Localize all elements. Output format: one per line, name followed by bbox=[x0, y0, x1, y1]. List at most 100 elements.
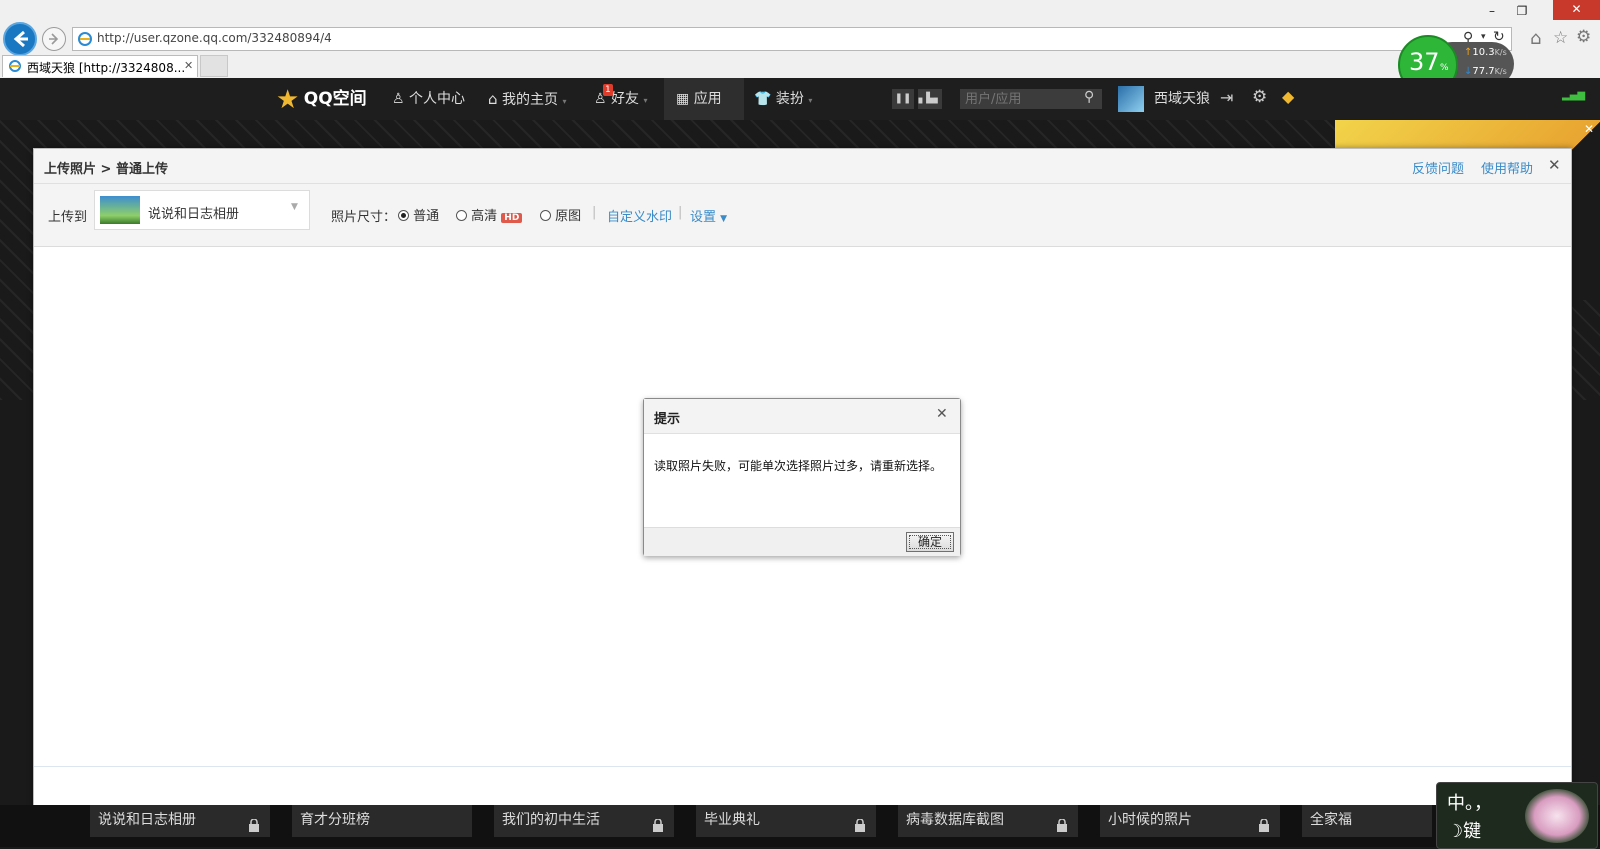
album-item[interactable]: 我们的初中生活 bbox=[494, 805, 674, 837]
memory-percent: 37 bbox=[1409, 48, 1440, 76]
logout-icon[interactable]: ⇥ bbox=[1220, 88, 1233, 107]
size-option-normal[interactable]: 普通 bbox=[398, 205, 439, 224]
dropdown-arrow-icon[interactable]: ▾ bbox=[1481, 32, 1486, 42]
alert-footer: 确定 bbox=[644, 527, 960, 556]
ime-mode[interactable]: 中。， bbox=[1447, 789, 1492, 815]
album-select[interactable]: 说说和日志相册 ▼ bbox=[94, 190, 310, 230]
lock-icon bbox=[854, 813, 866, 832]
search-icon[interactable]: ⚲ bbox=[1084, 89, 1094, 105]
ime-toolbar[interactable]: 中。， ☽键 bbox=[1436, 782, 1598, 849]
tab-favicon-icon bbox=[9, 60, 21, 72]
house-icon: ⌂ bbox=[488, 90, 498, 108]
chevron-down-icon: ▾ bbox=[643, 96, 648, 105]
nav-username[interactable]: 西域天狼 bbox=[1154, 78, 1210, 120]
upload-dialog-header: 上传照片 > 普通上传 反馈问题 使用帮助 ✕ bbox=[34, 149, 1571, 184]
ime-keyboard-label: 键 bbox=[1463, 821, 1482, 842]
tab-title: 西域天狼 [http://3324808... bbox=[27, 61, 186, 75]
equalizer-icon[interactable]: ▖▙▖ bbox=[918, 89, 942, 109]
ime-keyboard[interactable]: ☽键 bbox=[1447, 817, 1481, 843]
browser-chrome: – ❐ ✕ http://user.qzone.qq.com/332480894… bbox=[0, 0, 1600, 79]
nav-personal-center[interactable]: ♙ 个人中心 bbox=[392, 78, 465, 120]
lock-icon bbox=[1258, 813, 1270, 832]
album-item[interactable]: 毕业典礼 bbox=[696, 805, 876, 837]
back-button[interactable] bbox=[3, 22, 37, 56]
alert-title: 提示 bbox=[654, 412, 681, 427]
address-bar[interactable]: http://user.qzone.qq.com/332480894/4 ⚲ ▾… bbox=[72, 27, 1512, 51]
photo-size-label: 照片尺寸： bbox=[331, 210, 397, 225]
logo-text: QQ空间 bbox=[303, 89, 367, 109]
upload-dialog-footer bbox=[34, 766, 1571, 807]
album-item[interactable]: 小时候的照片 bbox=[1100, 805, 1280, 837]
help-link[interactable]: 使用帮助 bbox=[1481, 158, 1533, 177]
close-window-button[interactable]: ✕ bbox=[1553, 0, 1600, 20]
alert-close-icon[interactable]: ✕ bbox=[936, 406, 948, 422]
album-select-value: 说说和日志相册 bbox=[148, 207, 240, 222]
minimize-button[interactable]: – bbox=[1477, 2, 1507, 20]
search-box[interactable]: ⚲ bbox=[960, 89, 1102, 109]
radio-original[interactable] bbox=[540, 210, 551, 221]
size-option-original[interactable]: 原图 bbox=[540, 205, 581, 224]
alert-header: 提示 ✕ bbox=[644, 399, 960, 434]
person-icon: ♙ bbox=[392, 91, 405, 107]
nav-personal-center-label: 个人中心 bbox=[409, 91, 466, 107]
grid-icon: ▦ bbox=[676, 91, 690, 107]
ok-button[interactable]: 确定 bbox=[906, 532, 954, 552]
back-arrow-icon bbox=[13, 30, 28, 48]
alert-message: 读取照片失败，可能单次选择照片过多，请重新选择。 bbox=[654, 459, 943, 473]
pause-icon[interactable]: ❚❚ bbox=[892, 89, 914, 109]
feedback-link[interactable]: 反馈问题 bbox=[1412, 158, 1464, 177]
nav-friends[interactable]: ♙ 1 好友 ▾ bbox=[594, 78, 647, 120]
home-icon[interactable]: ⌂ bbox=[1530, 28, 1541, 49]
chevron-down-icon: ▼ bbox=[720, 214, 728, 224]
radio-normal[interactable] bbox=[398, 210, 409, 221]
restore-button[interactable]: ❐ bbox=[1507, 2, 1537, 20]
upload-unit: K/s bbox=[1494, 48, 1507, 57]
settings-dropdown[interactable]: 设置 ▼ bbox=[690, 206, 727, 225]
album-item-label: 小时候的照片 bbox=[1108, 812, 1192, 828]
settings-gear-icon[interactable]: ⚙ bbox=[1252, 87, 1267, 107]
upload-speed: 10.3 bbox=[1472, 47, 1495, 58]
upload-to-label: 上传到 bbox=[48, 210, 88, 225]
qzone-logo[interactable]: ★ QQ空间 bbox=[276, 78, 367, 120]
album-item[interactable]: 育才分班榜 bbox=[292, 805, 472, 837]
new-tab-button[interactable] bbox=[200, 55, 228, 77]
banner-close-icon[interactable]: ✕ bbox=[1584, 122, 1594, 136]
divider: | bbox=[592, 205, 597, 220]
album-item-label: 说说和日志相册 bbox=[98, 812, 196, 828]
ie-page-icon bbox=[78, 32, 92, 46]
lock-icon bbox=[1056, 813, 1068, 832]
chevron-down-icon: ▼ bbox=[291, 202, 298, 212]
album-bar: 说说和日志相册 育才分班榜 我们的初中生活 毕业典礼 病毒数据库截图 小时候的照… bbox=[0, 805, 1600, 847]
chevron-down-icon: ▾ bbox=[562, 97, 567, 106]
upload-close-icon[interactable]: ✕ bbox=[1548, 156, 1561, 174]
nav-my-home[interactable]: ⌂ 我的主页 ▾ bbox=[488, 78, 566, 120]
forward-arrow-icon bbox=[49, 33, 59, 45]
album-item[interactable]: 病毒数据库截图 bbox=[898, 805, 1078, 837]
nav-dress-up[interactable]: 👕 装扮 ▾ bbox=[754, 78, 812, 120]
settings-gear-icon[interactable]: ⚙ bbox=[1576, 27, 1591, 47]
album-item[interactable]: 全家福 bbox=[1302, 805, 1432, 837]
forward-button[interactable] bbox=[42, 27, 66, 51]
album-item-label: 我们的初中生活 bbox=[502, 812, 600, 828]
memory-percent-unit: % bbox=[1440, 63, 1449, 73]
nav-apps[interactable]: ▦ 应用 bbox=[664, 78, 744, 120]
avatar[interactable] bbox=[1118, 86, 1144, 112]
custom-watermark-link[interactable]: 自定义水印 bbox=[607, 206, 672, 225]
nav-apps-label: 应用 bbox=[693, 91, 722, 107]
nav-dress-up-label: 装扮 bbox=[775, 91, 804, 107]
search-input[interactable] bbox=[960, 89, 1088, 109]
favorites-star-icon[interactable]: ☆ bbox=[1553, 28, 1568, 48]
size-option-hd[interactable]: 高清 HD bbox=[456, 205, 523, 224]
browser-tab[interactable]: 西域天狼 [http://3324808... ✕ bbox=[2, 55, 198, 77]
radio-hd[interactable] bbox=[456, 210, 467, 221]
shirt-icon: 👕 bbox=[754, 91, 772, 107]
album-item-label: 毕业典礼 bbox=[704, 812, 760, 828]
friends-badge: 1 bbox=[603, 84, 613, 96]
nav-friends-label: 好友 bbox=[611, 91, 640, 107]
lotus-image bbox=[1525, 789, 1589, 843]
tab-close-icon[interactable]: ✕ bbox=[184, 59, 193, 72]
star-logo-icon: ★ bbox=[276, 85, 300, 115]
upload-toolbar: 上传到 说说和日志相册 ▼ 照片尺寸： 普通 高清 HD 原图 | 自定义水印 … bbox=[34, 184, 1571, 247]
album-item[interactable]: 说说和日志相册 bbox=[90, 805, 270, 837]
diamond-icon[interactable]: ◆ bbox=[1282, 87, 1294, 106]
